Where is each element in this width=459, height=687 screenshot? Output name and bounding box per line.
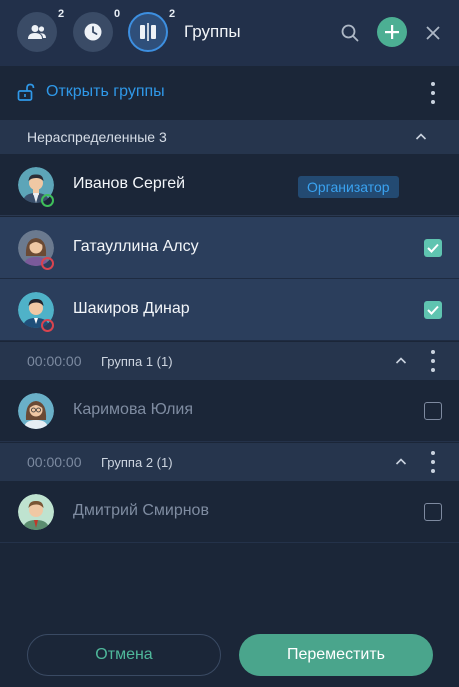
member-name: Гатауллина Алсу — [73, 238, 199, 255]
member-row-selected[interactable]: Гатауллина Алсу — [0, 217, 459, 279]
open-groups-link[interactable]: Открыть группы — [46, 83, 165, 101]
group-name: Группа 1 (1) — [101, 354, 173, 369]
member-name: Шакиров Динар — [73, 300, 190, 317]
groups-button[interactable] — [128, 12, 168, 52]
member-name: Каримова Юлия — [73, 401, 193, 418]
member-name: Дмитрий Смирнов — [73, 502, 209, 519]
close-button[interactable] — [422, 22, 444, 44]
clock-icon — [84, 23, 102, 41]
check-icon — [427, 305, 439, 315]
avatar — [18, 494, 54, 530]
member-checkbox[interactable] — [424, 503, 442, 521]
close-icon — [426, 26, 440, 40]
participants-button[interactable] — [17, 12, 57, 52]
unlock-icon — [17, 83, 35, 101]
panel-header: 2 0 2 Группы — [0, 0, 459, 66]
history-button[interactable] — [73, 12, 113, 52]
groups-icon — [140, 23, 156, 41]
member-row[interactable]: Каримова Юлия — [0, 380, 459, 442]
group-header[interactable]: 00:00:00 Группа 2 (1) — [0, 443, 459, 481]
member-name: Иванов Сергей — [73, 175, 186, 192]
add-group-button[interactable] — [377, 17, 407, 47]
chevron-up-icon[interactable] — [395, 355, 407, 367]
open-groups-menu-icon[interactable] — [430, 82, 436, 104]
group-menu-icon[interactable] — [430, 350, 436, 372]
group-timer: 00:00:00 — [27, 353, 82, 369]
avatar — [18, 393, 54, 429]
panel-title: Группы — [184, 22, 241, 41]
member-checkbox[interactable] — [424, 402, 442, 420]
chevron-up-icon[interactable] — [415, 131, 427, 143]
check-icon — [427, 243, 439, 253]
history-count: 0 — [114, 8, 121, 20]
groups-count: 2 — [169, 8, 176, 20]
member-row[interactable]: Дмитрий Смирнов — [0, 481, 459, 543]
group-name: Группа 2 (1) — [101, 455, 173, 470]
organizer-badge: Организатор — [298, 176, 399, 198]
offline-status-icon — [41, 257, 54, 270]
plus-icon — [385, 25, 399, 39]
search-button[interactable] — [339, 22, 361, 44]
member-checkbox[interactable] — [424, 239, 442, 257]
group-timer: 00:00:00 — [27, 454, 82, 470]
unassigned-label: Нераспределенные 3 — [27, 129, 167, 145]
offline-status-icon — [41, 319, 54, 332]
online-status-icon — [41, 194, 54, 207]
chevron-up-icon[interactable] — [395, 456, 407, 468]
search-icon — [341, 24, 359, 42]
member-checkbox[interactable] — [424, 301, 442, 319]
participants-count: 2 — [58, 8, 65, 20]
group-header[interactable]: 00:00:00 Группа 1 (1) — [0, 342, 459, 380]
open-groups-bar: Открыть группы — [0, 66, 459, 120]
member-row-selected[interactable]: Шакиров Динар — [0, 279, 459, 341]
cancel-button[interactable]: Отмена — [27, 634, 221, 676]
group-menu-icon[interactable] — [430, 451, 436, 473]
move-button[interactable]: Переместить — [239, 634, 433, 676]
users-icon — [28, 25, 46, 39]
unassigned-section-header[interactable]: Нераспределенные 3 — [0, 120, 459, 154]
